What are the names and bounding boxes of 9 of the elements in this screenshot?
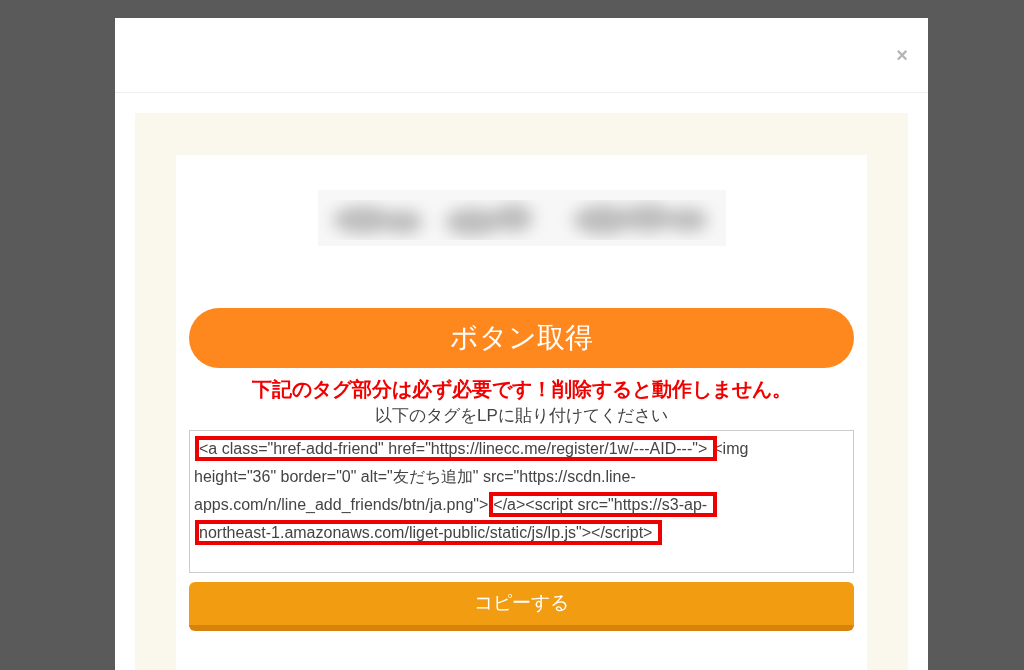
code-text: height="36" border="0" alt="友だち追加" src="https://scdn.line- [194, 468, 636, 485]
warning-text: 下記のタグ部分は必ず必要です！削除すると動作しません。 [250, 377, 793, 402]
code-text: apps.com/n/line_add_friends/btn/ja.png"> [194, 496, 489, 513]
get-button[interactable]: ボタン取得 [189, 308, 854, 368]
instruction-text: 以下のタグをLPに貼り付けてください [374, 405, 669, 427]
code-text: <img [713, 440, 749, 457]
copy-button[interactable]: コピーする [189, 582, 854, 631]
code-field[interactable] [189, 430, 854, 573]
close-button[interactable]: × [896, 45, 908, 65]
